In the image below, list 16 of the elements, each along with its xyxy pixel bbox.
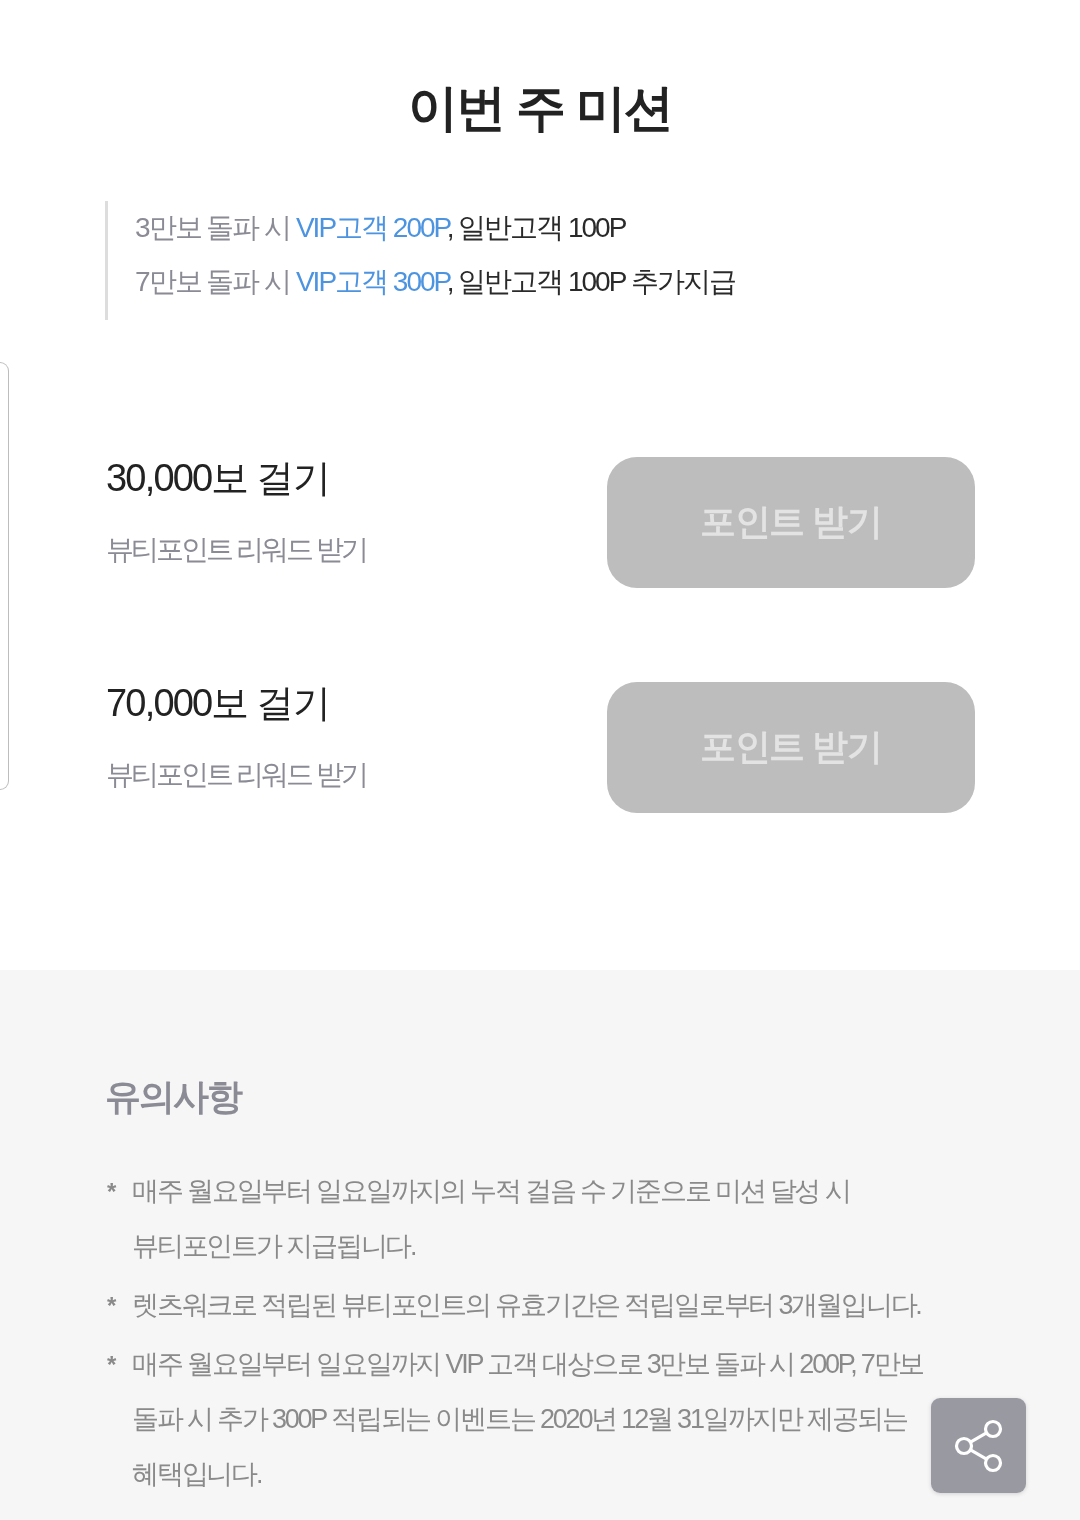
note-bullet: * — [106, 1350, 118, 1380]
reward-line: 3만보 돌파 시 VIP고객 200P, 일반고객 100P — [135, 211, 626, 245]
mission-title: 30,000보 걸기 — [106, 456, 330, 501]
note-text: 매주 월요일부터 일요일까지 VIP 고객 대상으로 3만보 돌파 시 200P, 7만보 돌파 시 추가 300P 적립되는 이벤트는 2020년 12월 31일까지만 제공되는 혜택입니다. — [132, 1348, 925, 1491]
mission-subtitle: 뷰티포인트 리워드 받기 — [106, 758, 366, 792]
mission-title: 70,000보 걸기 — [106, 681, 330, 726]
share-icon — [953, 1418, 1004, 1473]
notice-title: 유의사항 — [105, 1075, 241, 1119]
reward-line: 7만보 돌파 시 VIP고객 300P, 일반고객 100P 추가지급 — [135, 265, 735, 299]
note-bullet: * — [106, 1291, 118, 1321]
note-text: 매주 월요일부터 일요일까지의 누적 걸음 수 기준으로 미션 달성 시 뷰티포인트가 지급됩니다. — [132, 1175, 851, 1263]
page-title: 이번 주 미션 — [407, 79, 673, 138]
mission-subtitle: 뷰티포인트 리워드 받기 — [106, 533, 366, 567]
note-bullet: * — [106, 1177, 118, 1207]
share-button[interactable] — [931, 1398, 1026, 1493]
note-text: 렛츠워크로 적립된 뷰티포인트의 유효기간은 적립일로부터 3개월입니다. — [132, 1289, 922, 1322]
